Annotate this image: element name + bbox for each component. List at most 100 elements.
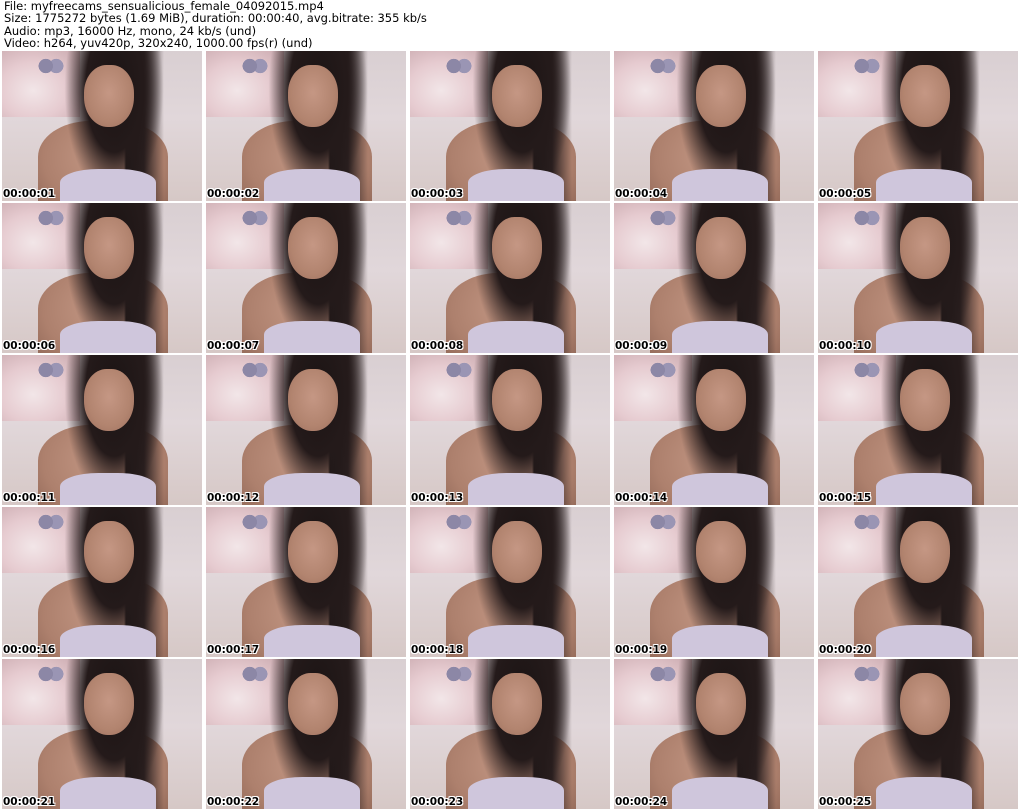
person-face [288, 369, 338, 431]
thumbnail-timestamp: 00:00:18 [411, 644, 464, 656]
person-face [288, 521, 338, 583]
person-face [900, 369, 950, 431]
butterfly-decoration [854, 361, 880, 379]
thumbnail-timestamp: 00:00:12 [207, 492, 260, 504]
thumbnail-timestamp: 00:00:16 [3, 644, 56, 656]
person-top [264, 473, 360, 505]
thumbnail-timestamp: 00:00:02 [207, 188, 260, 200]
video-thumbnail: 00:00:02 [206, 51, 406, 201]
person-face [288, 673, 338, 735]
video-info-line: Video: h264, yuv420p, 320x240, 1000.00 f… [4, 36, 313, 51]
butterfly-decoration [650, 57, 676, 75]
thumbnail-timestamp: 00:00:01 [3, 188, 56, 200]
person-top [672, 169, 768, 201]
person-face [900, 65, 950, 127]
butterfly-decoration [854, 665, 880, 683]
person-face [492, 65, 542, 127]
person-top [876, 169, 972, 201]
butterfly-decoration [38, 209, 64, 227]
file-info-header: File: myfreecams_sensualicious_female_04… [4, 0, 427, 50]
person-face [696, 369, 746, 431]
thumbnail-timestamp: 00:00:25 [819, 796, 872, 808]
thumbnail-timestamp: 00:00:08 [411, 340, 464, 352]
person-face [492, 521, 542, 583]
person-top [468, 473, 564, 505]
butterfly-decoration [446, 665, 472, 683]
person-face [696, 217, 746, 279]
thumbnail-timestamp: 00:00:07 [207, 340, 260, 352]
thumbnail-timestamp: 00:00:15 [819, 492, 872, 504]
thumbnail-timestamp: 00:00:03 [411, 188, 464, 200]
video-thumbnail: 00:00:04 [614, 51, 814, 201]
video-thumbnail: 00:00:15 [818, 355, 1018, 505]
person-top [60, 473, 156, 505]
person-top [876, 777, 972, 809]
video-thumbnail: 00:00:01 [2, 51, 202, 201]
butterfly-decoration [854, 513, 880, 531]
person-face [492, 369, 542, 431]
person-top [60, 777, 156, 809]
person-top [876, 625, 972, 657]
thumbnail-timestamp: 00:00:06 [3, 340, 56, 352]
thumbnail-timestamp: 00:00:22 [207, 796, 260, 808]
thumbnail-timestamp: 00:00:17 [207, 644, 260, 656]
video-thumbnail: 00:00:16 [2, 507, 202, 657]
butterfly-decoration [38, 513, 64, 531]
person-top [60, 169, 156, 201]
person-face [696, 521, 746, 583]
butterfly-decoration [650, 665, 676, 683]
video-thumbnail: 00:00:13 [410, 355, 610, 505]
butterfly-decoration [650, 209, 676, 227]
thumbnail-timestamp: 00:00:13 [411, 492, 464, 504]
person-top [264, 321, 360, 353]
video-thumbnail: 00:00:17 [206, 507, 406, 657]
butterfly-decoration [242, 361, 268, 379]
person-top [672, 321, 768, 353]
thumbnail-timestamp: 00:00:10 [819, 340, 872, 352]
butterfly-decoration [242, 665, 268, 683]
butterfly-decoration [446, 209, 472, 227]
person-face [288, 217, 338, 279]
video-thumbnail: 00:00:11 [2, 355, 202, 505]
video-thumbnail: 00:00:05 [818, 51, 1018, 201]
person-face [84, 521, 134, 583]
person-top [468, 169, 564, 201]
person-top [264, 777, 360, 809]
butterfly-decoration [446, 361, 472, 379]
person-top [876, 473, 972, 505]
butterfly-decoration [854, 209, 880, 227]
thumbnail-timestamp: 00:00:20 [819, 644, 872, 656]
butterfly-decoration [38, 57, 64, 75]
video-thumbnail: 00:00:07 [206, 203, 406, 353]
person-top [672, 777, 768, 809]
butterfly-decoration [242, 57, 268, 75]
video-thumbnail: 00:00:20 [818, 507, 1018, 657]
thumbnail-timestamp: 00:00:14 [615, 492, 668, 504]
video-thumbnail: 00:00:08 [410, 203, 610, 353]
person-face [900, 521, 950, 583]
person-top [876, 321, 972, 353]
video-thumbnail: 00:00:22 [206, 659, 406, 809]
person-face [696, 673, 746, 735]
video-thumbnail: 00:00:06 [2, 203, 202, 353]
video-thumbnail: 00:00:24 [614, 659, 814, 809]
video-thumbnail: 00:00:21 [2, 659, 202, 809]
person-top [468, 777, 564, 809]
person-face [84, 65, 134, 127]
butterfly-decoration [446, 513, 472, 531]
person-top [60, 321, 156, 353]
butterfly-decoration [650, 361, 676, 379]
butterfly-decoration [38, 665, 64, 683]
video-thumbnail: 00:00:10 [818, 203, 1018, 353]
thumbnail-timestamp: 00:00:04 [615, 188, 668, 200]
video-thumbnail: 00:00:19 [614, 507, 814, 657]
person-top [264, 625, 360, 657]
person-face [84, 673, 134, 735]
person-top [60, 625, 156, 657]
person-face [900, 673, 950, 735]
butterfly-decoration [446, 57, 472, 75]
butterfly-decoration [38, 361, 64, 379]
person-face [696, 65, 746, 127]
thumbnail-timestamp: 00:00:24 [615, 796, 668, 808]
person-top [264, 169, 360, 201]
